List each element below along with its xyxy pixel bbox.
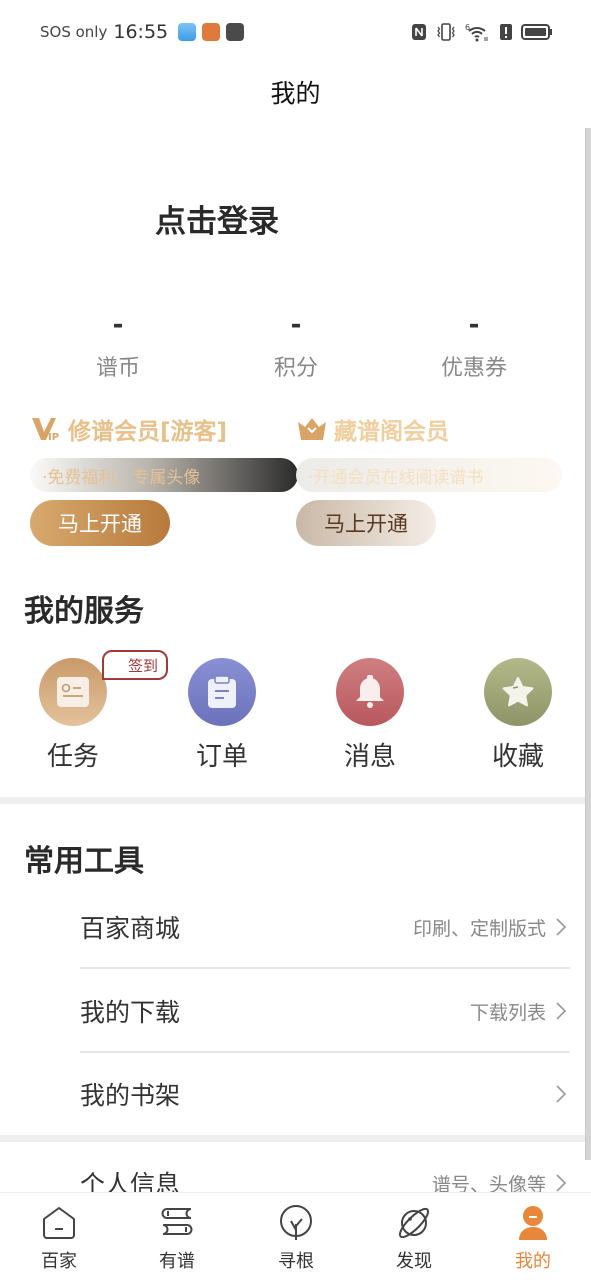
nav-label: 发现 — [396, 1251, 432, 1272]
section-divider — [0, 797, 585, 804]
nav-label: 有谱 — [159, 1251, 195, 1272]
nav-roots[interactable]: 寻根 — [256, 1203, 336, 1273]
scrollbar[interactable] — [585, 128, 591, 1160]
tree-icon — [280, 1205, 312, 1240]
stat-label: 优惠券 — [440, 356, 507, 381]
vip-icon: IP — [32, 418, 59, 442]
chevron-right-icon — [556, 1174, 567, 1192]
vip-card-genealogy: IP 修谱会员[游客] ·免费福利，专属头像 马上开通 — [30, 412, 298, 552]
novel-app-icon — [202, 23, 221, 41]
books-icon — [161, 1208, 193, 1235]
wifi-6-icon: 6 — [465, 23, 488, 42]
nav-home[interactable]: 百家 — [19, 1203, 99, 1273]
vip-card-library: 藏谱阁会员 ·开通会员在线阅读谱书 马上开通 — [296, 412, 564, 552]
row-hint: 印刷、定制版式 — [412, 917, 546, 940]
row-divider — [80, 967, 570, 969]
service-label: 消息 — [343, 742, 396, 772]
nav-label: 我的 — [515, 1251, 551, 1272]
services-grid: 签到 任务 订单 消息 收藏 — [0, 650, 591, 778]
account-stats: - 谱币 - 积分 - 优惠券 — [0, 310, 591, 390]
service-label: 收藏 — [491, 742, 544, 772]
vip-title: 藏谱阁会员 — [334, 419, 449, 445]
clipboard-icon — [208, 675, 236, 708]
nfc-icon — [412, 24, 426, 40]
service-messages[interactable]: 消息 — [315, 658, 425, 773]
list-item-bookshelf[interactable]: 我的书架 — [80, 1053, 570, 1135]
star-icon — [502, 677, 534, 707]
bottom-nav: 百家 有谱 寻根 发现 我的 — [0, 1192, 591, 1280]
list-item-mall[interactable]: 百家商城 印刷、定制版式 — [80, 886, 570, 968]
stat-value: - — [112, 310, 124, 340]
vip-subtitle: ·免费福利，专属头像 — [30, 458, 298, 492]
status-bar: SOS only 16:55 6 — [0, 0, 591, 64]
vip-open-button[interactable]: 马上开通 — [296, 500, 436, 546]
service-orders[interactable]: 订单 — [167, 658, 277, 773]
nav-label: 百家 — [41, 1251, 77, 1272]
nav-discover[interactable]: 发现 — [374, 1203, 454, 1273]
carrier-text: SOS only — [40, 23, 108, 41]
planet-icon — [398, 1207, 430, 1239]
row-title: 我的书架 — [80, 1081, 181, 1110]
service-label: 订单 — [195, 742, 248, 772]
game-app-icon — [226, 23, 245, 41]
stat-label: 积分 — [273, 356, 318, 381]
crown-icon — [298, 418, 326, 440]
service-task[interactable]: 签到 任务 — [18, 650, 168, 773]
task-card-icon — [57, 677, 89, 707]
chevron-right-icon — [556, 918, 567, 936]
row-title: 我的下载 — [80, 998, 181, 1027]
stat-points[interactable]: - 积分 — [236, 310, 356, 382]
vibrate-icon — [437, 23, 455, 41]
chevron-right-icon — [556, 1085, 567, 1103]
vip-title: 修谱会员[游客] — [68, 419, 228, 445]
user-icon — [519, 1206, 547, 1240]
weather-app-icon — [178, 23, 197, 41]
battery-icon — [521, 24, 552, 40]
list-item-downloads[interactable]: 我的下载 下载列表 — [80, 970, 570, 1052]
clock: 16:55 — [113, 21, 169, 43]
services-title: 我的服务 — [24, 594, 144, 629]
stat-coins[interactable]: - 谱币 — [58, 310, 178, 382]
login-link[interactable]: 点击登录 — [155, 196, 279, 241]
row-title: 百家商城 — [80, 914, 181, 943]
home-icon — [43, 1207, 75, 1239]
stat-coupons[interactable]: - 优惠券 — [414, 310, 534, 382]
chevron-right-icon — [556, 1002, 567, 1020]
alert-icon — [500, 24, 512, 40]
vip-subtitle: ·开通会员在线阅读谱书 — [296, 458, 562, 492]
service-favorites[interactable]: 收藏 — [463, 658, 573, 773]
nav-label: 寻根 — [278, 1251, 314, 1272]
stat-value: - — [290, 310, 302, 340]
service-label: 任务 — [46, 742, 99, 772]
svg-text:IP: IP — [48, 432, 59, 442]
section-divider — [0, 1135, 585, 1142]
stat-label: 谱币 — [95, 356, 140, 381]
page-title: 我的 — [270, 79, 321, 108]
vip-open-button[interactable]: 马上开通 — [30, 500, 170, 546]
checkin-badge[interactable]: 签到 — [102, 650, 168, 680]
row-hint: 下载列表 — [469, 1001, 546, 1024]
tools-title: 常用工具 — [24, 844, 144, 879]
bell-icon — [356, 675, 384, 708]
stat-value: - — [468, 310, 480, 340]
nav-mine[interactable]: 我的 — [493, 1203, 573, 1273]
nav-genealogy[interactable]: 有谱 — [137, 1203, 217, 1273]
